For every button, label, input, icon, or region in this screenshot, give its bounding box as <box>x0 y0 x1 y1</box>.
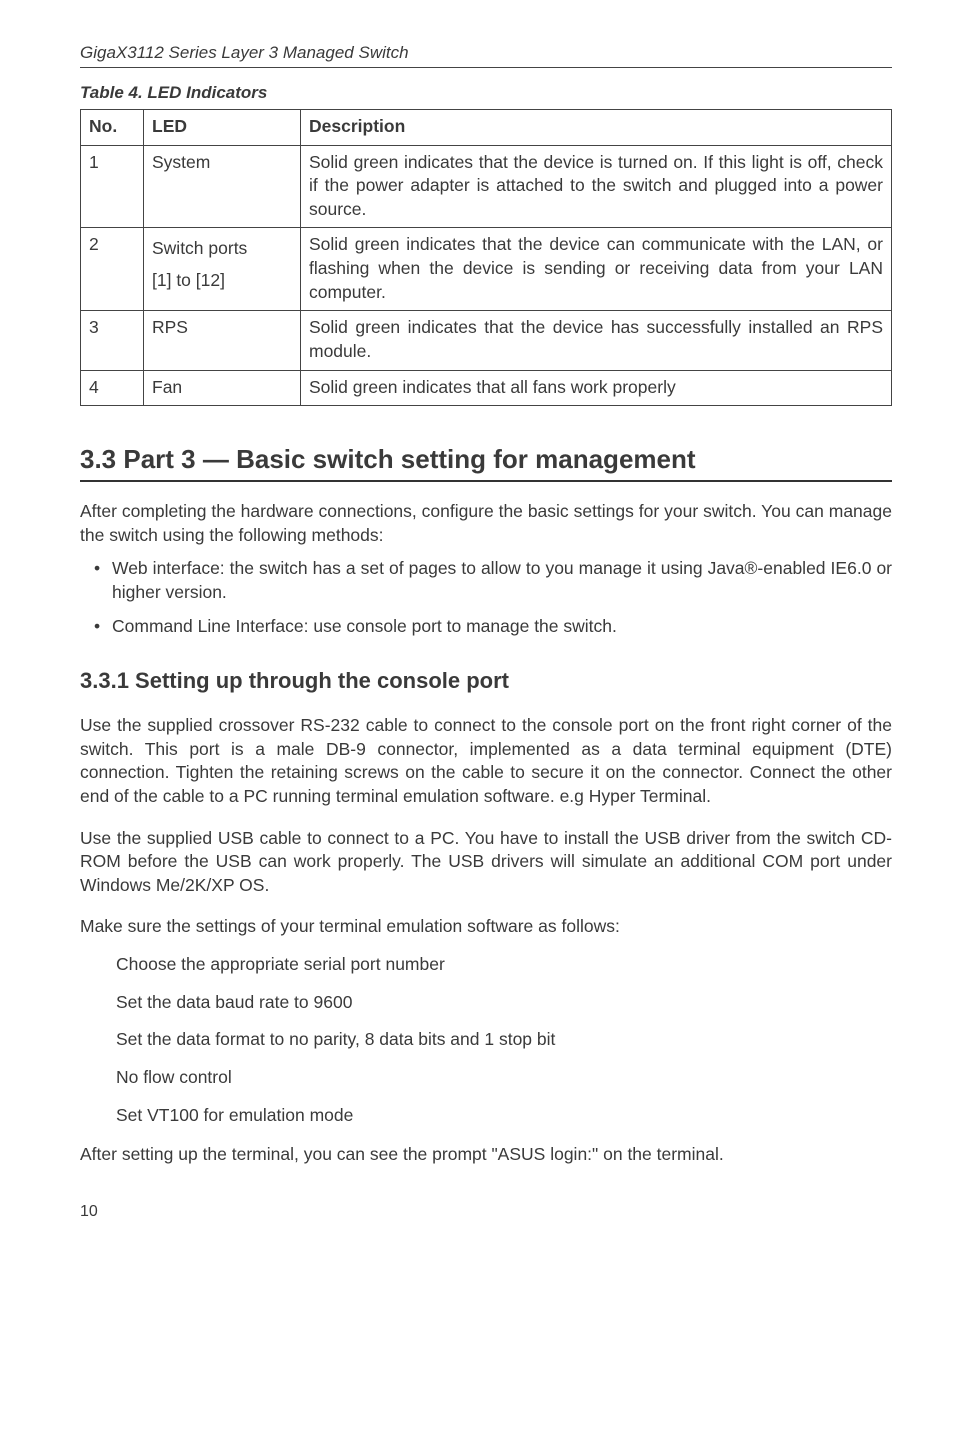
list-item: Command Line Interface: use console port… <box>80 615 892 639</box>
list-item: Web interface: the switch has a set of p… <box>80 557 892 604</box>
th-no: No. <box>81 109 144 145</box>
cell-no: 4 <box>81 370 144 406</box>
cell-no: 1 <box>81 145 144 228</box>
page-number: 10 <box>80 1201 892 1223</box>
list-item: Set the data format to no parity, 8 data… <box>80 1028 892 1052</box>
table-header-row: No. LED Description <box>81 109 892 145</box>
cell-led: Switch ports [1] to [12] <box>144 228 301 311</box>
cell-no: 3 <box>81 311 144 370</box>
table-row: 1 System Solid green indicates that the … <box>81 145 892 228</box>
subsection-heading: 3.3.1 Setting up through the console por… <box>80 666 892 696</box>
running-header: GigaX3112 Series Layer 3 Managed Switch <box>80 42 892 68</box>
th-desc: Description <box>301 109 892 145</box>
paragraph: Make sure the settings of your terminal … <box>80 915 892 939</box>
cell-led: RPS <box>144 311 301 370</box>
cell-led: Fan <box>144 370 301 406</box>
table-row: 2 Switch ports [1] to [12] Solid green i… <box>81 228 892 311</box>
cell-desc: Solid green indicates that the device ha… <box>301 311 892 370</box>
cell-desc: Solid green indicates that the device is… <box>301 145 892 228</box>
section-intro: After completing the hardware connection… <box>80 500 892 547</box>
table-row: 4 Fan Solid green indicates that all fan… <box>81 370 892 406</box>
cell-no: 2 <box>81 228 144 311</box>
table-row: 3 RPS Solid green indicates that the dev… <box>81 311 892 370</box>
paragraph: Use the supplied crossover RS-232 cable … <box>80 714 892 809</box>
paragraph: After setting up the terminal, you can s… <box>80 1143 892 1167</box>
list-item: Set VT100 for emulation mode <box>80 1104 892 1128</box>
list-item: Choose the appropriate serial port numbe… <box>80 953 892 977</box>
paragraph: Use the supplied USB cable to connect to… <box>80 827 892 898</box>
cell-desc: Solid green indicates that all fans work… <box>301 370 892 406</box>
bullet-list: Web interface: the switch has a set of p… <box>80 557 892 638</box>
cell-led-line1: Switch ports <box>152 238 247 258</box>
cell-led: System <box>144 145 301 228</box>
list-item: Set the data baud rate to 9600 <box>80 991 892 1015</box>
table-caption: Table 4. LED Indicators <box>80 82 892 105</box>
th-led: LED <box>144 109 301 145</box>
steps-list: Choose the appropriate serial port numbe… <box>80 953 892 1127</box>
led-indicators-table: No. LED Description 1 System Solid green… <box>80 109 892 406</box>
list-item: No flow control <box>80 1066 892 1090</box>
cell-led-line2: [1] to [12] <box>152 270 225 290</box>
section-heading: 3.3 Part 3 — Basic switch setting for ma… <box>80 442 892 482</box>
cell-desc: Solid green indicates that the device ca… <box>301 228 892 311</box>
